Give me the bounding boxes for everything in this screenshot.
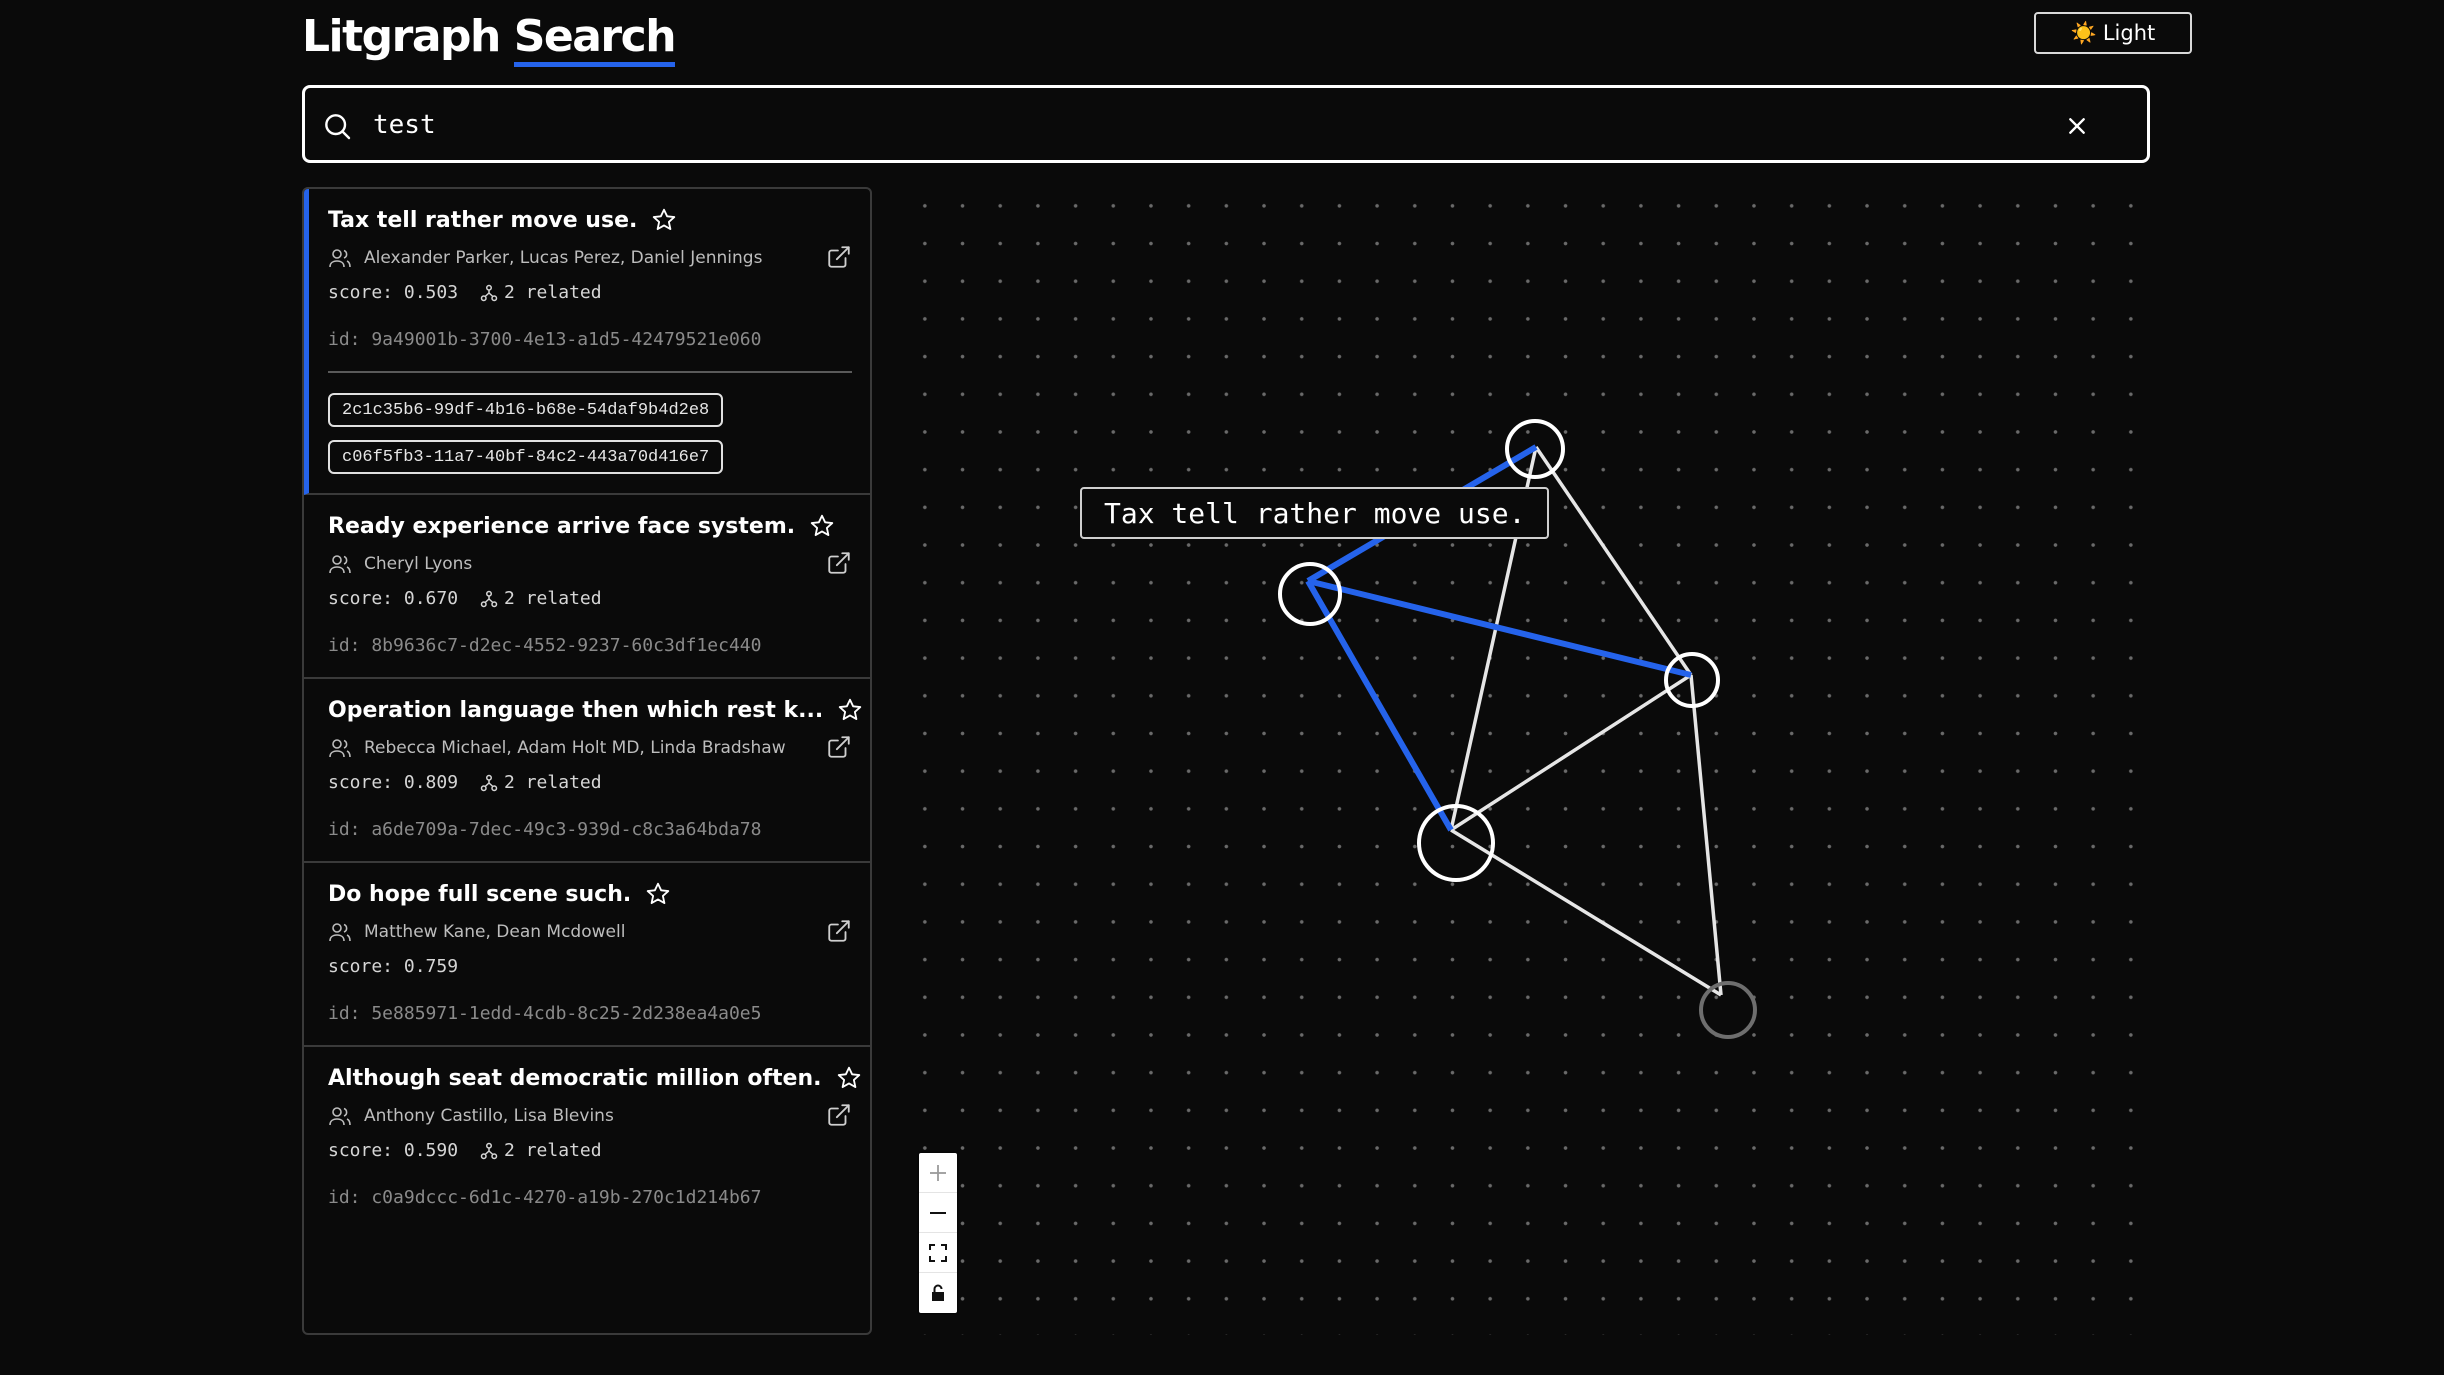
graph-edges	[1278, 419, 1757, 1039]
search-icon	[325, 114, 351, 140]
app-title: Litgraph Search	[302, 8, 677, 67]
users-icon	[329, 555, 351, 574]
result-id: id: 5e885971-1edd-4cdb-8c25-2d238ea4a0e5	[328, 1003, 762, 1024]
fit-view-icon	[929, 1243, 947, 1262]
graph-node	[1278, 562, 1342, 626]
result-id: id: 9a49001b-3700-4e13-a1d5-42479521e060	[328, 329, 762, 350]
external-link-icon[interactable]	[826, 550, 852, 576]
sun-icon: ☀️	[2070, 20, 2097, 45]
result-id: id: c0a9dccc-6d1c-4270-a19b-270c1d214b67	[328, 1187, 762, 1208]
result-title[interactable]: Ready experience arrive face system.	[328, 514, 795, 539]
star-icon[interactable]	[645, 881, 671, 907]
result-card[interactable]: Do hope full scene such. Matthew Kane, D…	[304, 863, 870, 1047]
theme-toggle-label: Light	[2102, 21, 2156, 45]
result-score: score: 0.503	[328, 282, 459, 303]
network-icon	[480, 1142, 498, 1159]
result-authors: Alexander Parker, Lucas Perez, Daniel Je…	[364, 248, 763, 268]
minus-icon	[930, 1211, 946, 1214]
zoom-out-button[interactable]	[919, 1193, 957, 1233]
fit-view-button[interactable]	[919, 1233, 957, 1273]
result-score: score: 0.590	[328, 1140, 459, 1161]
network-icon	[480, 774, 498, 791]
lock-button[interactable]	[919, 1273, 957, 1313]
network-icon	[480, 590, 498, 607]
related-id-chip[interactable]: 2c1c35b6-99df-4b16-b68e-54daf9b4d2e8	[328, 393, 724, 427]
result-score: score: 0.759	[328, 956, 459, 977]
graph-canvas[interactable]: Tax tell rather move use.	[906, 187, 2146, 1335]
search-bar	[302, 85, 2150, 163]
external-link-icon[interactable]	[826, 1102, 852, 1128]
clear-search-icon[interactable]	[2061, 110, 2093, 142]
graph-edge-highlighted	[1307, 578, 1692, 678]
result-id: id: a6de709a-7dec-49c3-939d-c8c3a64bda78	[328, 819, 762, 840]
result-title[interactable]: Although seat democratic million often.	[328, 1066, 822, 1091]
results-list: Tax tell rather move use. Alexander Park…	[302, 187, 872, 1335]
users-icon	[329, 1107, 351, 1126]
lock-icon	[932, 1284, 944, 1301]
result-related-count: 2 related	[504, 588, 602, 609]
result-related-count: 2 related	[504, 772, 602, 793]
result-authors: Anthony Castillo, Lisa Blevins	[364, 1106, 614, 1126]
result-related-count: 2 related	[504, 1140, 602, 1161]
result-title[interactable]: Do hope full scene such.	[328, 882, 631, 907]
zoom-in-button[interactable]	[919, 1153, 957, 1193]
search-input[interactable]	[371, 102, 2055, 148]
graph-node	[1417, 804, 1495, 882]
result-score: score: 0.670	[328, 588, 459, 609]
network-icon	[480, 284, 498, 301]
result-authors: Rebecca Michael, Adam Holt MD, Linda Bra…	[364, 738, 786, 758]
star-icon[interactable]	[809, 513, 835, 539]
external-link-icon[interactable]	[826, 734, 852, 760]
result-id: id: 8b9636c7-d2ec-4552-9237-60c3df1ec440	[328, 635, 762, 656]
star-icon[interactable]	[651, 207, 677, 233]
graph-node	[1699, 981, 1757, 1039]
star-icon[interactable]	[837, 697, 863, 723]
app-title-accent: Search	[513, 11, 677, 67]
result-authors: Cheryl Lyons	[364, 554, 473, 574]
external-link-icon[interactable]	[826, 244, 852, 270]
result-card[interactable]: Ready experience arrive face system. Che…	[304, 495, 870, 679]
result-score: score: 0.809	[328, 772, 459, 793]
users-icon	[329, 249, 351, 268]
theme-toggle-button[interactable]: ☀️ Light	[2034, 12, 2192, 54]
result-authors: Matthew Kane, Dean Mcdowell	[364, 922, 626, 942]
result-card[interactable]: Although seat democratic million often. …	[304, 1047, 870, 1231]
external-link-icon[interactable]	[826, 918, 852, 944]
star-icon[interactable]	[836, 1065, 862, 1091]
users-icon	[329, 923, 351, 942]
plus-icon	[930, 1164, 946, 1181]
result-card[interactable]: Tax tell rather move use. Alexander Park…	[304, 189, 870, 495]
graph-edge	[1689, 674, 1723, 996]
result-related-count: 2 related	[504, 282, 602, 303]
related-id-chip[interactable]: c06f5fb3-11a7-40bf-84c2-443a70d416e7	[328, 440, 724, 474]
graph-controls	[919, 1153, 957, 1313]
users-icon	[329, 739, 351, 758]
result-card[interactable]: Operation language then which rest k... …	[304, 679, 870, 863]
graph-edge	[1450, 673, 1692, 832]
result-title[interactable]: Operation language then which rest k...	[328, 698, 823, 723]
divider	[328, 371, 852, 373]
node-tooltip: Tax tell rather move use.	[1080, 487, 1550, 539]
app-title-main: Litgraph	[302, 11, 501, 62]
result-title[interactable]: Tax tell rather move use.	[328, 208, 637, 233]
